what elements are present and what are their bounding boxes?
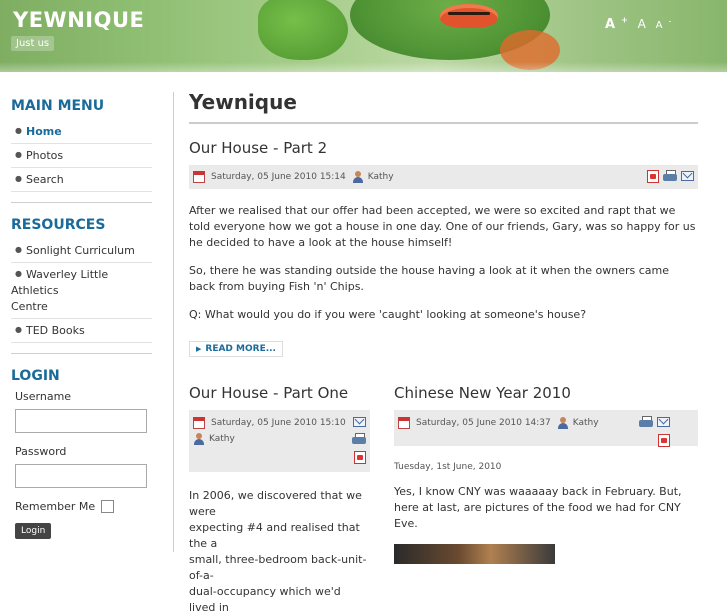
- login-button[interactable]: Login: [15, 523, 52, 539]
- site-title[interactable]: YEWNIQUE: [13, 8, 144, 32]
- article-author: Kathy: [209, 434, 235, 444]
- divider: [11, 353, 152, 354]
- article-author: Kathy: [572, 418, 599, 428]
- resources-menu: ● Sonlight Curriculum ● Waverley Little At…: [11, 239, 152, 343]
- article-text: Yes, I know CNY was waaaaay back in Febr…: [394, 485, 682, 530]
- login-title: LOGIN: [11, 368, 60, 384]
- article-title[interactable]: Our House - Part 2: [189, 139, 698, 157]
- frog-pupil-graphic: [448, 12, 490, 15]
- bullet-icon: ●: [15, 174, 22, 183]
- resource-ted-books[interactable]: ● TED Books: [11, 319, 152, 343]
- email-icon[interactable]: [353, 417, 366, 427]
- remember-me-label: Remember Me: [15, 500, 96, 513]
- password-label: Password: [15, 445, 67, 458]
- user-icon: [557, 417, 569, 429]
- article-tools: [639, 416, 670, 428]
- article-meta: Saturday, 05 June 2010 15:10 Kathy: [189, 410, 370, 472]
- column-divider: [173, 92, 174, 552]
- font-reset-button[interactable]: A: [638, 17, 646, 31]
- left-sidebar: MAIN MENU ● Home ● Photos ● Search RESOURCE…: [11, 98, 152, 539]
- pdf-icon[interactable]: [647, 170, 659, 183]
- food-photo: [394, 544, 555, 564]
- article-date: Saturday, 05 June 2010 14:37: [416, 418, 551, 428]
- user-icon: [193, 433, 205, 445]
- article-date: Saturday, 05 June 2010 15:14: [211, 172, 346, 182]
- username-label: Username: [15, 390, 72, 403]
- username-input[interactable]: [15, 409, 147, 433]
- bullet-icon: ●: [15, 150, 22, 159]
- article-paragraph: So, there he was standing outside the ho…: [189, 264, 670, 293]
- calendar-icon: [193, 171, 205, 183]
- email-icon[interactable]: [681, 171, 694, 181]
- arrow-right-icon: ▶: [196, 345, 202, 353]
- frog-foot-graphic: [258, 0, 348, 60]
- article-title[interactable]: Our House - Part One: [189, 384, 370, 402]
- article-text: In 2006, we discovered that we were expe…: [189, 489, 367, 614]
- article-meta: Saturday, 05 June 2010 15:14 Kathy: [189, 165, 698, 189]
- bullet-icon: ●: [15, 245, 22, 254]
- menu-item-home[interactable]: ● Home: [11, 120, 152, 144]
- font-increase-button[interactable]: A +: [605, 16, 628, 32]
- pdf-icon[interactable]: [658, 434, 670, 447]
- remember-me-checkbox[interactable]: [101, 500, 115, 513]
- pdf-icon[interactable]: [354, 451, 366, 464]
- menu-item-photos[interactable]: ● Photos: [11, 144, 152, 168]
- resource-waverley[interactable]: ● Waverley Little Athletics Centre: [11, 263, 152, 319]
- article-paragraph: Q: What would you do if you were 'caught…: [189, 308, 587, 321]
- main-menu: ● Home ● Photos ● Search: [11, 120, 152, 192]
- email-icon[interactable]: [657, 417, 670, 427]
- article-date: Saturday, 05 June 2010 15:10: [211, 418, 346, 428]
- bullet-icon: ●: [15, 269, 22, 278]
- article-author: Kathy: [367, 172, 394, 182]
- bullet-icon: ●: [15, 325, 22, 334]
- font-decrease-button[interactable]: A-: [656, 17, 672, 31]
- user-icon: [352, 171, 364, 183]
- remember-me-row: Remember Me: [15, 500, 152, 513]
- article-tools: [647, 170, 694, 183]
- site-slogan: Just us: [11, 36, 55, 51]
- main-content: Yewnique Our House - Part 2 Saturday, 05…: [189, 90, 698, 614]
- resources-title: RESOURCES: [11, 217, 106, 233]
- created-date: Tuesday, 1st June, 2010: [394, 462, 502, 472]
- article-paragraph: After we realised that our offer had bee…: [189, 204, 696, 249]
- header-shade: [0, 62, 727, 72]
- frog-eye-graphic: [440, 4, 498, 28]
- password-input[interactable]: [15, 464, 147, 488]
- print-icon[interactable]: [352, 433, 366, 445]
- article-tools: [352, 416, 366, 464]
- article-title[interactable]: Chinese New Year 2010: [394, 384, 698, 402]
- menu-item-search[interactable]: ● Search: [11, 168, 152, 192]
- article-meta: Saturday, 05 June 2010 14:37 Kathy: [394, 410, 698, 447]
- main-menu-title: MAIN MENU: [11, 98, 105, 114]
- print-icon[interactable]: [663, 170, 677, 182]
- read-more-link[interactable]: ▶ READ MORE...: [189, 341, 283, 357]
- divider: [11, 202, 152, 203]
- calendar-icon: [398, 417, 410, 429]
- calendar-icon: [193, 417, 205, 429]
- page-title: Yewnique: [189, 90, 698, 124]
- site-header: YEWNIQUE Just us A + A A-: [0, 0, 727, 72]
- resource-sonlight[interactable]: ● Sonlight Curriculum: [11, 239, 152, 263]
- article-column-left: Our House - Part One Saturday, 05 June 2…: [189, 384, 370, 616]
- article-column-right: Chinese New Year 2010 Saturday, 05 June …: [394, 384, 698, 564]
- print-icon[interactable]: [639, 416, 653, 428]
- bullet-icon: ●: [15, 126, 22, 135]
- font-size-controls: A + A A-: [605, 16, 677, 32]
